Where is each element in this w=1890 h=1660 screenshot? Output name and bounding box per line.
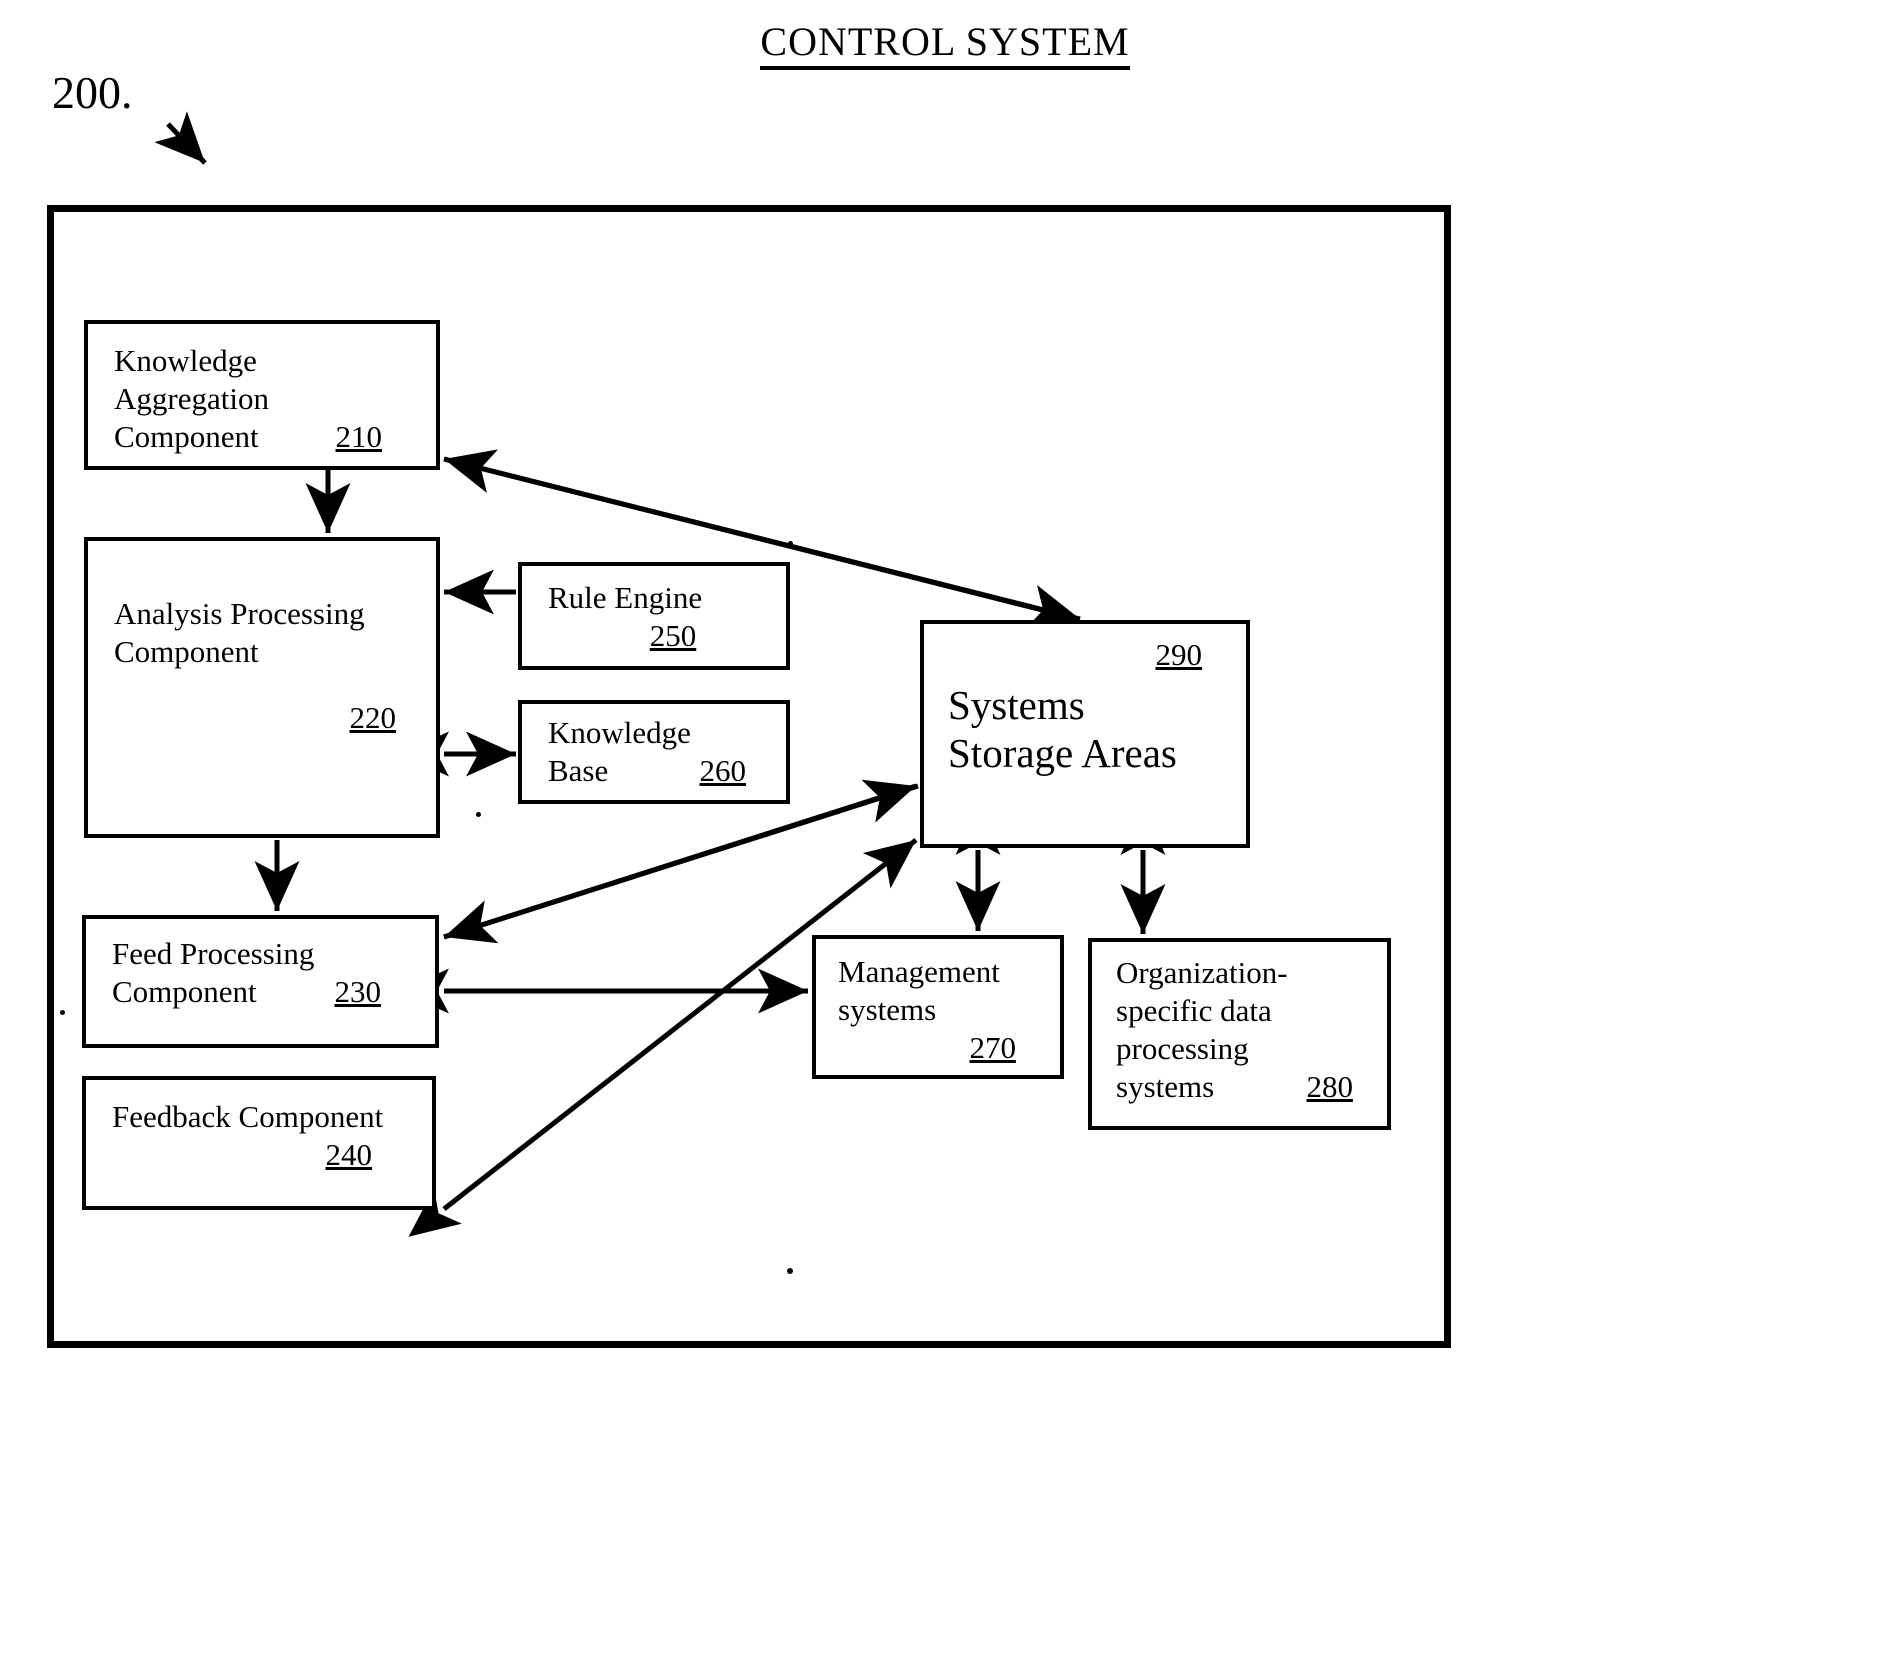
analysis-processing-component-box[interactable]: Analysis Processing Component 220 [84, 537, 440, 838]
analysis-processing-line2: Component [114, 634, 259, 670]
knowledge-base-line2: Base [548, 753, 609, 789]
knowledge-aggregation-line1: Knowledge [114, 343, 257, 378]
systems-storage-areas-box[interactable]: 290 Systems Storage Areas [920, 620, 1250, 848]
org-specific-line1: Organization- [1116, 955, 1288, 990]
feed-processing-line2: Component [112, 974, 257, 1010]
scan-speck [60, 1010, 65, 1015]
org-specific-line3: processing [1116, 1031, 1249, 1067]
knowledge-aggregation-component-box[interactable]: Knowledge Aggregation Component 210 [84, 320, 440, 470]
feed-processing-ref: 230 [334, 974, 382, 1010]
systems-storage-areas-ref: 290 [1155, 637, 1203, 672]
figure-lead-arrow [154, 111, 207, 165]
feed-processing-line1: Feed Processing [112, 936, 315, 971]
management-systems-line2: systems [838, 992, 937, 1028]
feedback-component-box[interactable]: Feedback Component 240 [82, 1076, 436, 1210]
patent-figure-page: CONTROL SYSTEM 200. Knowledge Aggregatio… [0, 0, 1890, 1660]
knowledge-base-box[interactable]: Knowledge Base 260 [518, 700, 790, 804]
feed-processing-component-box[interactable]: Feed Processing Component 230 [82, 915, 439, 1048]
knowledge-aggregation-ref: 210 [335, 419, 383, 455]
figure-reference-number: 200. [52, 67, 133, 118]
rule-engine-box[interactable]: Rule Engine 250 [518, 562, 790, 670]
rule-engine-ref: 250 [649, 618, 697, 654]
rule-engine-line1: Rule Engine [548, 580, 703, 615]
systems-storage-areas-line1: Systems [948, 682, 1085, 729]
scan-speck [787, 1268, 793, 1274]
management-systems-line1: Management [838, 954, 1000, 989]
org-specific-line4: systems [1116, 1069, 1215, 1105]
org-specific-line2: specific data [1116, 993, 1272, 1029]
knowledge-base-line1: Knowledge [548, 715, 691, 750]
management-systems-ref: 270 [969, 1030, 1017, 1066]
knowledge-aggregation-line3: Component [114, 419, 259, 455]
knowledge-aggregation-line2: Aggregation [114, 381, 269, 417]
management-systems-box[interactable]: Management systems 270 [812, 935, 1064, 1079]
feedback-line1: Feedback Component [112, 1099, 384, 1134]
figure-title-text: CONTROL SYSTEM [760, 19, 1130, 70]
analysis-processing-line1: Analysis Processing [114, 596, 365, 631]
scan-speck [476, 812, 481, 817]
analysis-processing-ref: 220 [349, 700, 397, 736]
systems-storage-areas-line2: Storage Areas [948, 729, 1177, 776]
knowledge-base-ref: 260 [699, 753, 747, 789]
scan-speck [788, 541, 793, 546]
page-title: CONTROL SYSTEM [0, 18, 1890, 70]
org-specific-ref: 280 [1306, 1069, 1354, 1105]
org-specific-systems-box[interactable]: Organization- specific data processing s… [1088, 938, 1391, 1130]
feedback-ref: 240 [325, 1137, 373, 1173]
